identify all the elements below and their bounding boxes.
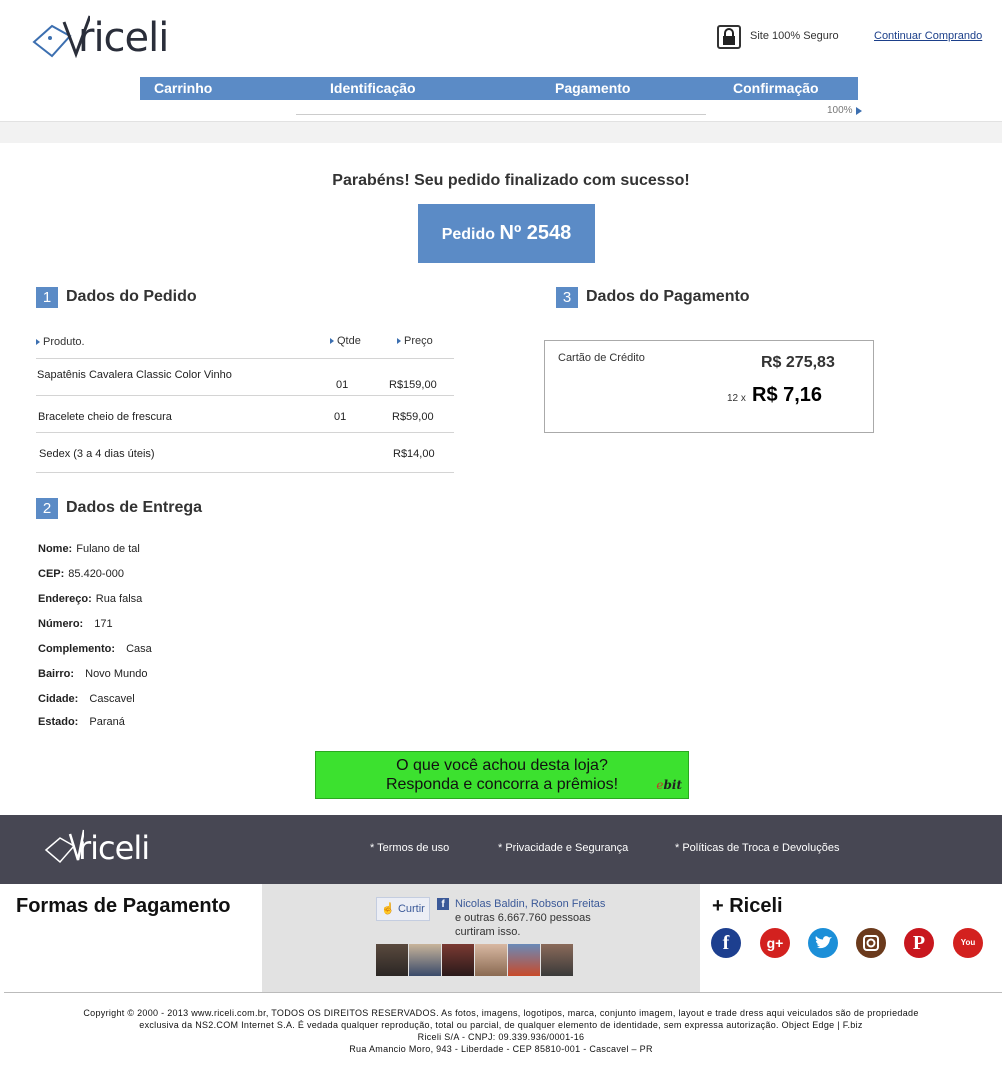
payment-methods-title: Formas de Pagamento <box>16 895 231 917</box>
exchange-policy-link[interactable]: * Políticas de Troca e Devoluções <box>675 842 839 854</box>
facebook-avatars <box>376 944 576 976</box>
ebit-logo: ebit <box>656 778 682 792</box>
table-row-product: Sedex (3 a 4 dias úteis) <box>39 448 155 460</box>
section-number-3: 3 <box>556 287 578 308</box>
delivery-field: Nome: Fulano de tal <box>38 543 140 555</box>
triangle-icon <box>36 339 40 346</box>
footer-divider <box>4 992 1002 993</box>
table-row-product: Sapatênis Cavalera Classic Color Vinho <box>37 369 232 381</box>
order-label: Pedido <box>441 226 496 243</box>
delivery-field: Estado: Paraná <box>38 716 125 728</box>
footer-logo[interactable]: riceli <box>44 828 164 868</box>
logo-text: riceli <box>78 15 169 61</box>
continue-shopping-link[interactable]: Continuar Comprando <box>874 30 982 42</box>
table-divider <box>36 432 454 433</box>
table-divider <box>36 395 454 396</box>
company-cnpj: Riceli S/A - CNPJ: 09.339.936/0001-16 <box>417 1032 585 1042</box>
delivery-field: CEP: 85.420-000 <box>38 568 124 580</box>
delivery-field: Complemento: Casa <box>38 643 152 655</box>
youtube-icon[interactable]: You <box>953 928 983 958</box>
payment-summary-box: Cartão de Crédito R$ 275,83 12 x R$ 7,16 <box>544 340 874 433</box>
table-divider <box>36 472 454 473</box>
secure-site-text: Site 100% Seguro <box>750 30 839 42</box>
privacy-link[interactable]: * Privacidade e Segurança <box>498 842 628 854</box>
twitter-icon[interactable] <box>808 928 838 958</box>
table-row-qty: 01 <box>334 411 347 423</box>
payment-section-title: Dados do Pagamento <box>586 288 750 305</box>
ebit-line-1: O que você achou desta loja? <box>396 757 608 774</box>
table-row-price: R$159,00 <box>389 379 437 391</box>
avatar[interactable] <box>376 944 408 976</box>
success-message: Parabéns! Seu pedido finalizado com suce… <box>332 172 690 189</box>
checkout-steps: Carrinho Identificação Pagamento Confirm… <box>140 77 858 100</box>
facebook-small-icon: f <box>437 898 449 910</box>
ebit-survey-banner[interactable]: O que você achou desta loja? Responda e … <box>315 751 689 799</box>
facebook-friend-names[interactable]: Nicolas Baldin, Robson Freitas <box>455 898 605 910</box>
copyright-line-2: exclusiva da NS2.COM Internet S.A. É ved… <box>139 1020 863 1030</box>
header-separator <box>0 121 1002 143</box>
col-price-header: Preço <box>397 335 433 347</box>
triangle-icon <box>397 338 401 345</box>
table-row-qty: 01 <box>336 379 349 391</box>
table-divider <box>36 358 454 359</box>
delivery-field: Cidade: Cascavel <box>38 693 135 705</box>
progress-percent: 100% <box>827 105 853 116</box>
step-identification: Identificação <box>330 80 416 96</box>
lock-icon <box>717 25 741 49</box>
facebook-like-count: e outras 6.667.760 pessoas <box>455 912 591 924</box>
step-cart: Carrinho <box>154 80 213 96</box>
ebit-line-2: Responda e concorra a prêmios! <box>385 776 619 793</box>
order-number-badge: Pedido Nº 2548 <box>418 204 595 263</box>
instagram-icon[interactable] <box>856 928 886 958</box>
pinterest-icon[interactable]: P <box>904 928 934 958</box>
step-payment: Pagamento <box>555 80 631 96</box>
delivery-field: Número: 171 <box>38 618 113 630</box>
google-plus-icon[interactable]: g+ <box>760 928 790 958</box>
delivery-field: Endereço: Rua falsa <box>38 593 143 605</box>
delivery-section-title: Dados de Entrega <box>66 499 203 516</box>
more-riceli-title: + Riceli <box>712 895 783 917</box>
section-number-1: 1 <box>36 287 58 308</box>
avatar[interactable] <box>475 944 507 976</box>
facebook-like-suffix: curtiram isso. <box>455 926 521 938</box>
avatar[interactable] <box>442 944 474 976</box>
table-row-price: R$59,00 <box>392 411 434 423</box>
avatar[interactable] <box>409 944 441 976</box>
thumbs-up-icon: ☝ <box>381 903 395 915</box>
order-number: Nº 2548 <box>499 222 572 244</box>
progress-arrow-icon <box>856 107 862 115</box>
step-confirmation: Confirmação <box>733 80 819 96</box>
table-row-product: Bracelete cheio de frescura <box>38 411 172 423</box>
col-product-header: Produto. <box>36 336 85 348</box>
col-qty-header: Qtde <box>330 335 361 347</box>
triangle-icon <box>330 338 334 345</box>
payment-total: R$ 275,83 <box>761 354 835 371</box>
terms-link[interactable]: * Termos de uso <box>370 842 449 854</box>
company-address: Rua Amancio Moro, 943 - Liberdade - CEP … <box>349 1044 653 1054</box>
installment-value: R$ 7,16 <box>752 384 823 406</box>
section-number-2: 2 <box>36 498 58 519</box>
avatar[interactable] <box>508 944 540 976</box>
facebook-like-button[interactable]: ☝ Curtir <box>376 897 430 921</box>
avatar[interactable] <box>541 944 573 976</box>
riceli-logo[interactable]: riceli <box>30 14 200 64</box>
order-section-title: Dados do Pedido <box>66 288 197 305</box>
copyright-line-1: Copyright © 2000 - 2013 www.riceli.com.b… <box>83 1008 919 1018</box>
facebook-icon[interactable]: f <box>711 928 741 958</box>
installment-count: 12 x <box>727 393 746 404</box>
progress-bar <box>296 114 706 115</box>
delivery-field: Bairro: Novo Mundo <box>38 668 148 680</box>
payment-method: Cartão de Crédito <box>558 352 645 364</box>
table-row-price: R$14,00 <box>393 448 435 460</box>
footer-logo-text: riceli <box>78 829 150 867</box>
